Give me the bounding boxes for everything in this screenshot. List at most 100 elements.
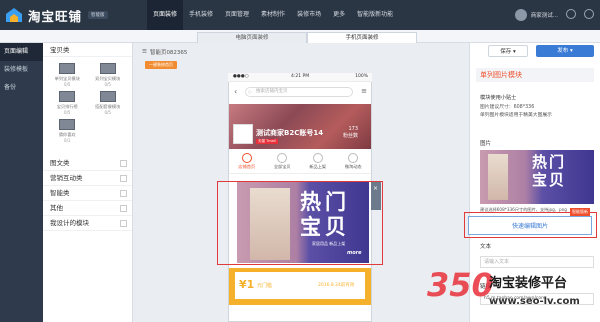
avatar [514,9,527,21]
user-name: 商家测试... [530,13,558,19]
module-thumb [59,63,76,74]
tab-label: 店铺首页 [238,164,256,169]
tab-label: 微淘动态 [344,164,362,169]
watermark: 350 淘宝装修平台 www.seo-lv.com [425,262,600,322]
model-photo [488,154,508,200]
main-nav: 页面装修 手机装修 页面管理 素材制作 装修市场 更多 智能版新功能 [147,0,399,30]
coupon-date: 2016.8.24前有效 [318,283,355,288]
phone-time: 4:21 PM [291,74,310,79]
save-button[interactable]: 保存 ▾ [488,45,528,57]
close-icon[interactable]: × [373,185,378,192]
grid-icon [277,153,288,163]
module-single-item[interactable]: 单列宝贝模块 0/5 [47,61,88,89]
nav-new-features[interactable]: 智能版新功能 [351,0,399,30]
tips-title: 模块使用小贴士 [480,95,517,101]
top-icons [566,9,594,19]
user-menu[interactable]: 商家测试... [514,0,558,30]
module-thumb [59,91,76,102]
search-icon: ○ [248,89,252,94]
feed-icon [348,153,359,163]
tab-mobile-decoration[interactable]: 手机页面装修 [307,32,417,43]
module-thumb [99,91,116,102]
nav-page-decoration[interactable]: 页面装修 [147,0,184,30]
tab-new-items[interactable]: 新品上架 [300,149,336,173]
module-group-header[interactable]: 宝贝类 [43,43,132,57]
publish-label: 发布 [557,48,569,54]
image-label: 图片 [480,141,492,147]
nav-mobile-decoration[interactable]: 手机装修 [183,0,219,30]
shop-name: 测试商家B2C账号14 [256,129,324,137]
more-icon[interactable]: ≡ [361,87,367,95]
new-icon [312,153,323,163]
back-icon[interactable]: ‹ [234,87,237,96]
module-thumb [59,119,76,130]
module-ranking[interactable]: 宝贝排行榜 0/5 [47,89,88,117]
nav-more[interactable]: 更多 [327,0,351,30]
app-name: 淘宝旺铺 [28,8,83,24]
module-group-image-text[interactable]: 图文类 [43,156,132,171]
module-group-label: 其他 [50,204,63,212]
fans-label: 粉丝数 [343,133,359,139]
shop-tag: 天猫 Tmall [256,139,278,144]
quick-edit-image-button[interactable]: 快速编辑图片 [468,216,592,235]
module-group-other[interactable]: 其他 [43,201,132,216]
tab-shop-home[interactable]: 店铺首页 [229,149,265,173]
tab-all-items[interactable]: 全部宝贝 [265,149,301,173]
help-icon[interactable] [584,9,594,19]
tab-pc-decoration[interactable]: 电脑页面装修 [197,32,307,43]
tips-line-1: 图片建议尺寸：608*336 [480,105,535,110]
expand-icon [120,190,127,197]
nav-market[interactable]: 装修市场 [291,0,327,30]
module-group-label: 图文类 [50,159,70,167]
app-logo[interactable]: 淘宝旺铺 智能版 [4,4,108,26]
new-feature-tag: 智能版新 [570,208,590,216]
module-recommend[interactable]: 猜你喜欢 0/1 [47,117,88,145]
edition-badge: 智能版 [88,11,108,19]
search-placeholder: 搜索店铺内宝贝 [256,89,288,94]
sub-tab-bar: 电脑页面装修 手机页面装修 [0,30,600,43]
module-bundle[interactable]: 搭配套餐模块 0/5 [88,89,129,117]
module-group-smart[interactable]: 智能类 [43,186,132,201]
module-group-title: 宝贝类 [50,46,70,54]
expand-icon [120,205,127,212]
expand-icon [120,160,127,167]
tab-weitao[interactable]: 微淘动态 [336,149,372,173]
module-group-mine[interactable]: 我设计的模块 [43,216,132,231]
coupon-amount: ¥1 [239,278,255,291]
module-thumb [99,63,116,74]
fans-block: 173 粉丝数 [343,126,358,139]
module-group-label: 我设计的模块 [50,219,89,227]
left-nav-page-edit[interactable]: 页面编辑 [0,43,43,61]
one-click-decorate-button[interactable]: 一键装修首页 [145,61,177,69]
preview-title: 热门宝贝 [532,153,567,189]
watermark-logo: 350 [427,266,494,304]
taobao-logo-icon [4,5,24,25]
home-icon [241,153,252,163]
page-select-value: 智能页082365 [149,49,188,56]
tab-label: 全部宝贝 [273,164,291,169]
phone-search-input[interactable]: 搜索店铺内宝贝 [245,87,353,97]
module-count: 0/5 [64,82,71,87]
nav-material[interactable]: 素材制作 [255,0,291,30]
menu-icon: ☰ [142,48,147,55]
battery-level: 100% [355,74,368,79]
module-double-item[interactable]: 双列宝贝模块 0/5 [88,61,129,89]
module-handle[interactable]: × [371,182,381,210]
left-nav: 页面编辑 装修模板 备份 [0,43,43,322]
expand-icon [120,175,127,182]
left-nav-templates[interactable]: 装修模板 [0,61,43,79]
watermark-url: www.seo-lv.com [489,296,580,307]
left-nav-backup[interactable]: 备份 [0,79,43,97]
module-group-marketing[interactable]: 营销互动类 [43,171,132,186]
module-group-label: 营销互动类 [50,174,83,182]
text-label: 文本 [480,244,492,250]
coupon-label: 元门槛 [257,283,273,289]
watermark-site: 淘宝装修平台 [489,276,568,291]
module-count: 0/5 [104,82,111,87]
image-preview[interactable]: 热门宝贝 [480,150,594,204]
nav-page-management[interactable]: 页面管理 [219,0,255,30]
selected-module-highlight [217,181,383,265]
page-selector[interactable]: ☰ 智能页082365 [142,46,187,57]
message-icon[interactable] [566,9,576,19]
publish-button[interactable]: 发布 ▾ [536,45,594,57]
